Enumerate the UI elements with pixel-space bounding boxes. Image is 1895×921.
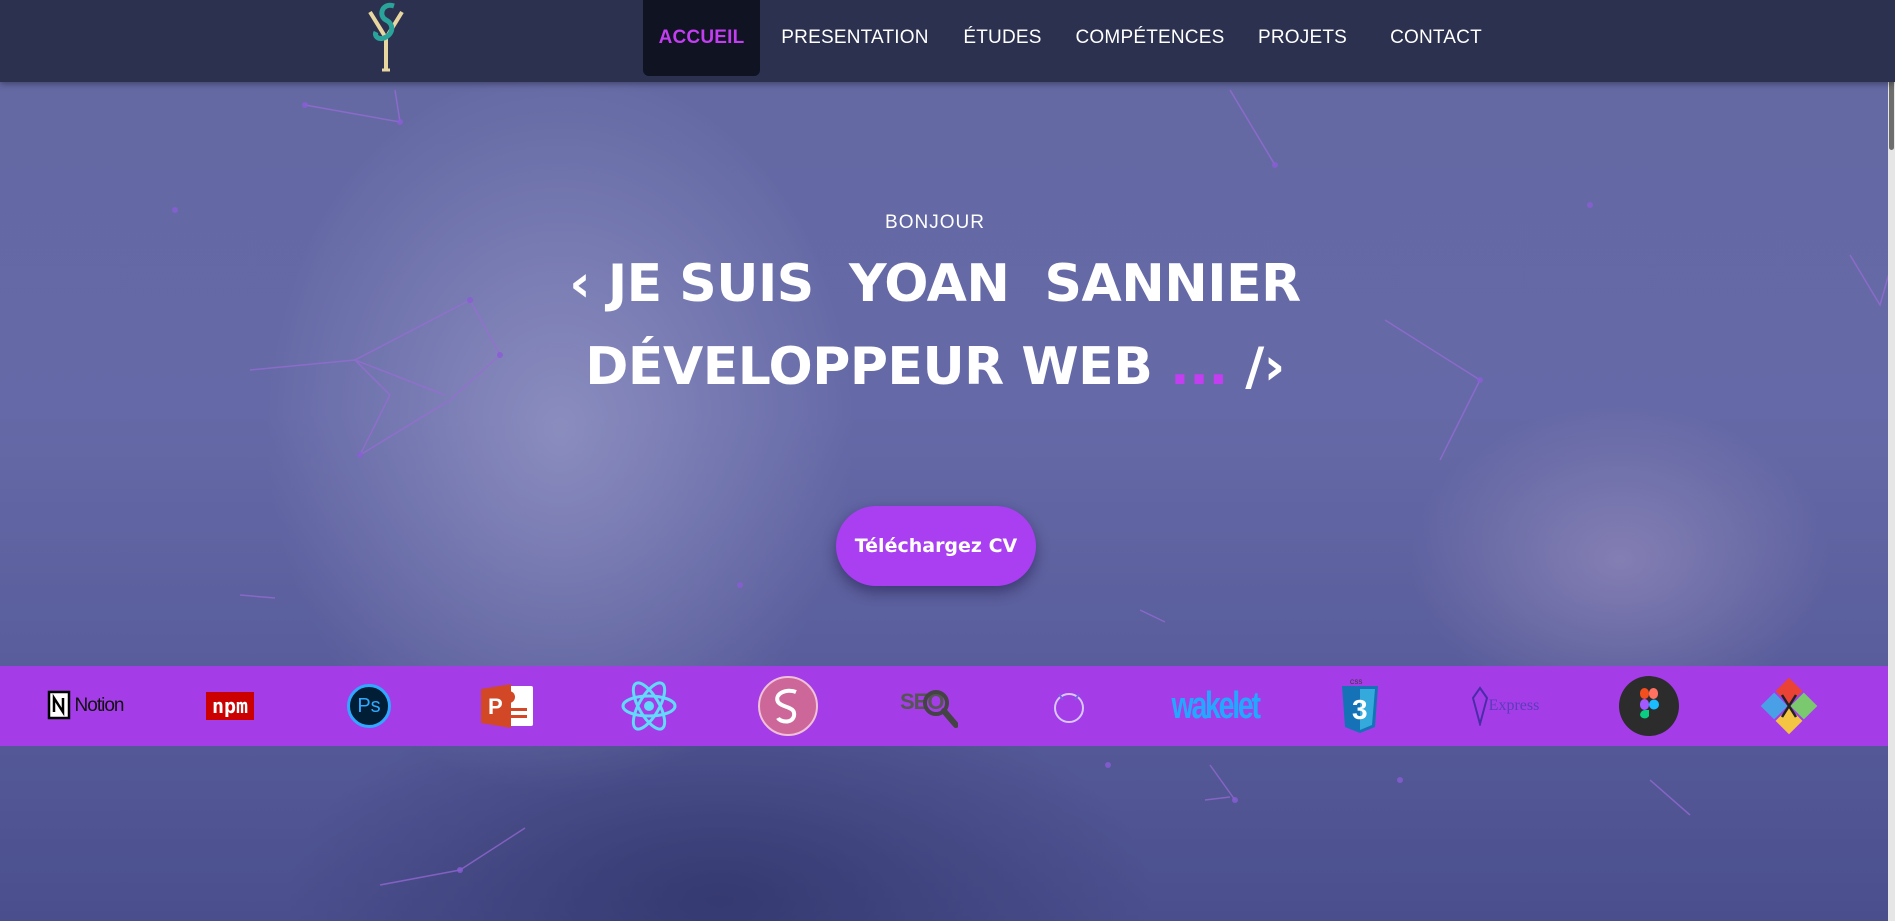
hero-ellipsis: ... [1169, 337, 1228, 397]
nav-item-presentation[interactable]: PRESENTATION [780, 0, 930, 76]
wakelet-label: wakelet [1171, 684, 1260, 727]
nav-item-competences[interactable]: COMPÉTENCES [1075, 0, 1225, 76]
notion-icon: Notion [45, 666, 125, 746]
svg-text:3: 3 [1352, 694, 1368, 725]
hero-background [0, 0, 1895, 921]
npm-label: npm [211, 694, 249, 718]
powerpoint-icon: P [480, 666, 536, 746]
hero-greeting: BONJOUR [885, 212, 985, 233]
photoshop-icon: Ps [344, 666, 394, 746]
tech-logo-strip: Notion npm Ps P SEO wakelet CSS 3 Expres… [0, 666, 1888, 746]
seo-icon: SEO [897, 666, 959, 746]
git-tools-icon [1757, 666, 1821, 746]
nav-item-contact[interactable]: CONTACT [1380, 0, 1492, 76]
nav-item-accueil[interactable]: ACCUEIL [643, 0, 760, 76]
svg-text:CSS: CSS [1350, 680, 1362, 686]
nav-item-projets[interactable]: PROJETS [1255, 0, 1350, 76]
express-icon: Express [1470, 666, 1540, 746]
svg-text:P: P [488, 694, 503, 719]
hero-headline-line1: ‹ JE SUIS YOAN SANNIER [569, 254, 1301, 314]
nav-item-etudes[interactable]: ÉTUDES [955, 0, 1050, 76]
photoshop-label: Ps [357, 694, 381, 717]
notion-label: Notion [74, 695, 125, 716]
hero-role-text: DÉVELOPPEUR WEB [585, 337, 1170, 397]
hero-closing-tag: /› [1227, 337, 1285, 397]
ys-logo[interactable] [356, 0, 416, 74]
ys-logo-icon [368, 2, 404, 72]
figma-icon [1618, 666, 1680, 746]
circle-icon [1043, 666, 1095, 746]
css3-icon: CSS 3 [1338, 666, 1382, 746]
react-icon [618, 666, 680, 746]
hero-headline-line2: DÉVELOPPEUR WEB ... /› [0, 337, 1870, 397]
sass-icon [757, 666, 819, 746]
express-label: Express [1488, 697, 1540, 714]
wakelet-icon: wakelet [1171, 666, 1260, 746]
npm-icon: npm [195, 666, 265, 746]
download-cv-button[interactable]: Téléchargez CV [836, 506, 1036, 586]
main-navbar: ACCUEIL PRESENTATION ÉTUDES COMPÉTENCES … [0, 0, 1895, 82]
network-lines-decoration [172, 89, 1891, 886]
